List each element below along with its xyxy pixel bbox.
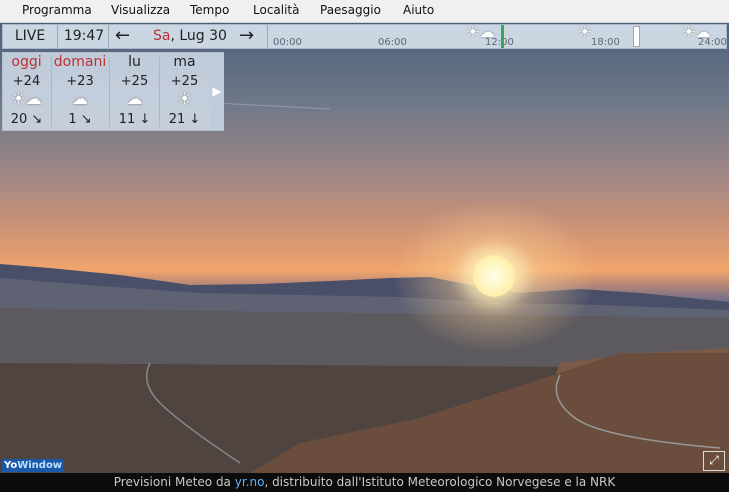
menu-localita[interactable]: Località (253, 3, 300, 17)
menu-programma[interactable]: Programma (22, 3, 92, 17)
forecast-day-name: ma (173, 54, 196, 70)
forecast-day[interactable]: domani +23 ☁ 1 ↘ (53, 53, 107, 130)
forecast-day[interactable]: lu +25 ☁ 11 ↓ (111, 53, 158, 130)
now-marker (501, 25, 504, 48)
status-bar: Previsioni Meteo da yr.no, distribuito d… (0, 473, 729, 492)
forecast-temp: +25 (170, 74, 199, 89)
prev-day-arrow-icon[interactable]: ← (115, 25, 130, 47)
forecast-wind: 20 ↘ (10, 112, 43, 127)
next-day-arrow-icon[interactable]: → (239, 25, 254, 47)
forecast-panel: oggi +24 ☀☁ 20 ↘ domani +23 ☁ 1 ↘ lu +25… (2, 52, 224, 131)
partly-cloudy-icon: ☀☁ (682, 23, 711, 41)
forecast-day[interactable]: ma +25 ☀ 21 ↓ (161, 53, 208, 130)
rain-icon: ☁ (72, 89, 88, 108)
forecast-day-name: oggi (11, 54, 42, 70)
timeline-tick: 18:00 (591, 37, 620, 48)
timeline-tick: 00:00 (273, 37, 302, 48)
forecast-day-name: domani (53, 54, 107, 70)
divider (51, 57, 52, 127)
forecast-wind: 21 ↓ (168, 112, 201, 127)
current-time: 19:47 (60, 25, 109, 48)
menu-bar: Programma Visualizza Tempo Località Paes… (0, 0, 729, 23)
menu-visualizza[interactable]: Visualizza (111, 3, 170, 17)
forecast-wind: 11 ↓ (118, 112, 151, 127)
forecast-day[interactable]: oggi +24 ☀☁ 20 ↘ (3, 53, 50, 130)
menu-paesaggio[interactable]: Paesaggio (320, 3, 381, 17)
timeline-slider[interactable]: 00:00 06:00 12:00 18:00 24:00 ☀☁ ☀ ☀☁ (267, 25, 728, 48)
sun-icon: ☀ (177, 89, 192, 108)
menu-tempo[interactable]: Tempo (190, 3, 229, 17)
divider (159, 57, 160, 127)
logo-main: Yo (4, 460, 18, 471)
forecast-temp: +23 (66, 74, 94, 89)
status-suffix: , distribuito dall'Istituto Meteorologic… (264, 475, 616, 489)
current-date: Sa, Lug 30 (153, 25, 227, 48)
forecast-temp: +25 (120, 74, 149, 89)
divider (109, 57, 110, 127)
forecast-temp: +24 (12, 74, 41, 89)
forecast-day-name: lu (128, 54, 141, 70)
rain-icon: ☁ (126, 89, 143, 108)
forecast-next-button[interactable]: ▶ (210, 53, 224, 130)
forecast-wind: 1 ↘ (68, 112, 92, 127)
date-text: , Lug 30 (170, 28, 227, 44)
logo-sub: Window (17, 460, 63, 471)
yowindow-logo[interactable]: YoWindow (2, 459, 65, 472)
live-button[interactable]: LIVE (3, 25, 58, 48)
fullscreen-icon[interactable]: ⤢ (703, 451, 725, 471)
menu-aiuto[interactable]: Aiuto (403, 3, 434, 17)
timeline-tick: 06:00 (378, 37, 407, 48)
sun (473, 255, 515, 297)
timeline-handle[interactable] (633, 26, 640, 47)
yr-no-link[interactable]: yr.no (235, 475, 265, 489)
partly-cloudy-icon: ☀☁ (466, 23, 495, 41)
sun-icon: ☀ (578, 23, 592, 41)
date-weekday: Sa (153, 28, 171, 44)
status-prefix: Previsioni Meteo da (113, 475, 235, 489)
time-toolbar: LIVE 19:47 ← Sa, Lug 30 → 00:00 06:00 12… (2, 24, 727, 49)
partly-cloudy-icon: ☀☁ (11, 89, 42, 108)
